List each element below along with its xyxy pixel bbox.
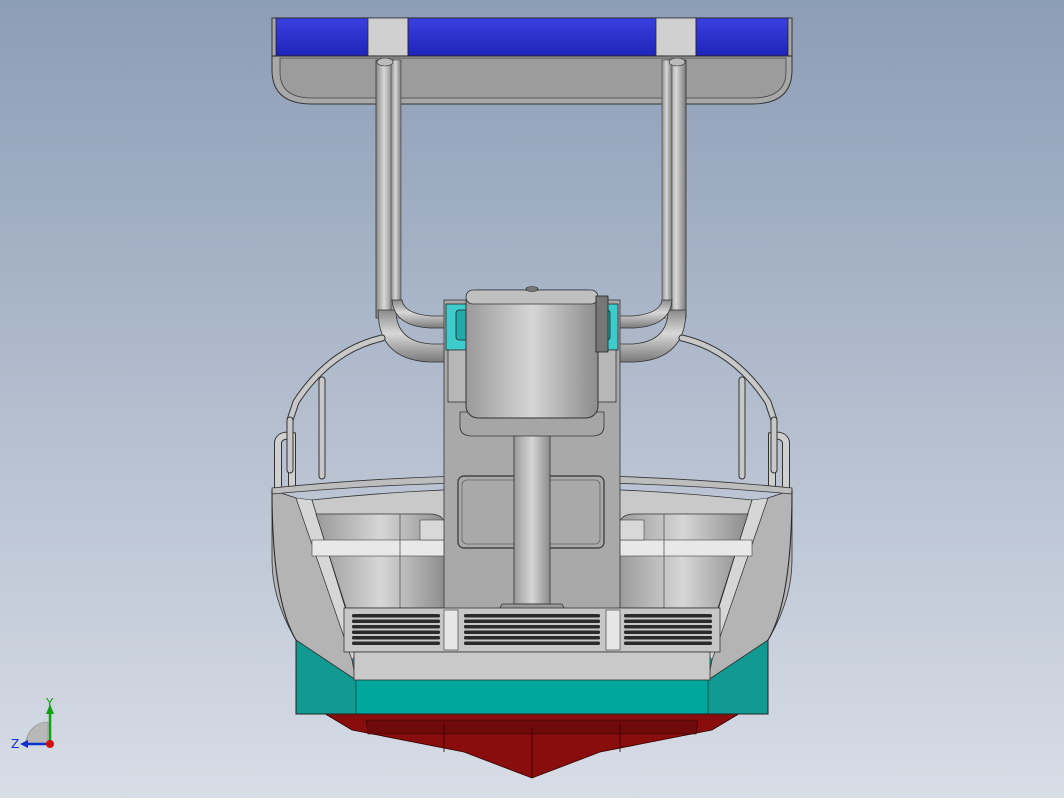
z-axis-arrow-icon — [20, 740, 28, 748]
y-axis-label: Y — [45, 698, 54, 710]
z-axis-label: Z — [11, 737, 19, 751]
vent-slat — [624, 619, 712, 623]
vent-slat — [464, 636, 600, 640]
vent-slat — [464, 619, 600, 623]
vent-slat — [464, 641, 600, 645]
vent-slat — [352, 619, 440, 623]
x-axis-dot — [46, 740, 54, 748]
vent-slat — [464, 625, 600, 629]
boat-model-render[interactable] — [0, 0, 1064, 798]
orientation-triad[interactable]: Y Z — [8, 696, 72, 762]
vent-slat — [352, 625, 440, 629]
vent-slat — [352, 636, 440, 640]
3d-model-viewport[interactable] — [0, 0, 1064, 798]
vent-slat — [624, 636, 712, 640]
vent-slat — [624, 641, 712, 645]
vent-slat — [352, 641, 440, 645]
triad-base — [25, 721, 49, 745]
vent-slat — [624, 630, 712, 634]
canopy[interactable] — [271, 17, 793, 105]
vent-slat — [624, 625, 712, 629]
vent-slat — [464, 630, 600, 634]
vent-slat — [464, 614, 600, 618]
vent-slat — [352, 630, 440, 634]
vent-slat — [352, 614, 440, 618]
vent-slat — [624, 614, 712, 618]
